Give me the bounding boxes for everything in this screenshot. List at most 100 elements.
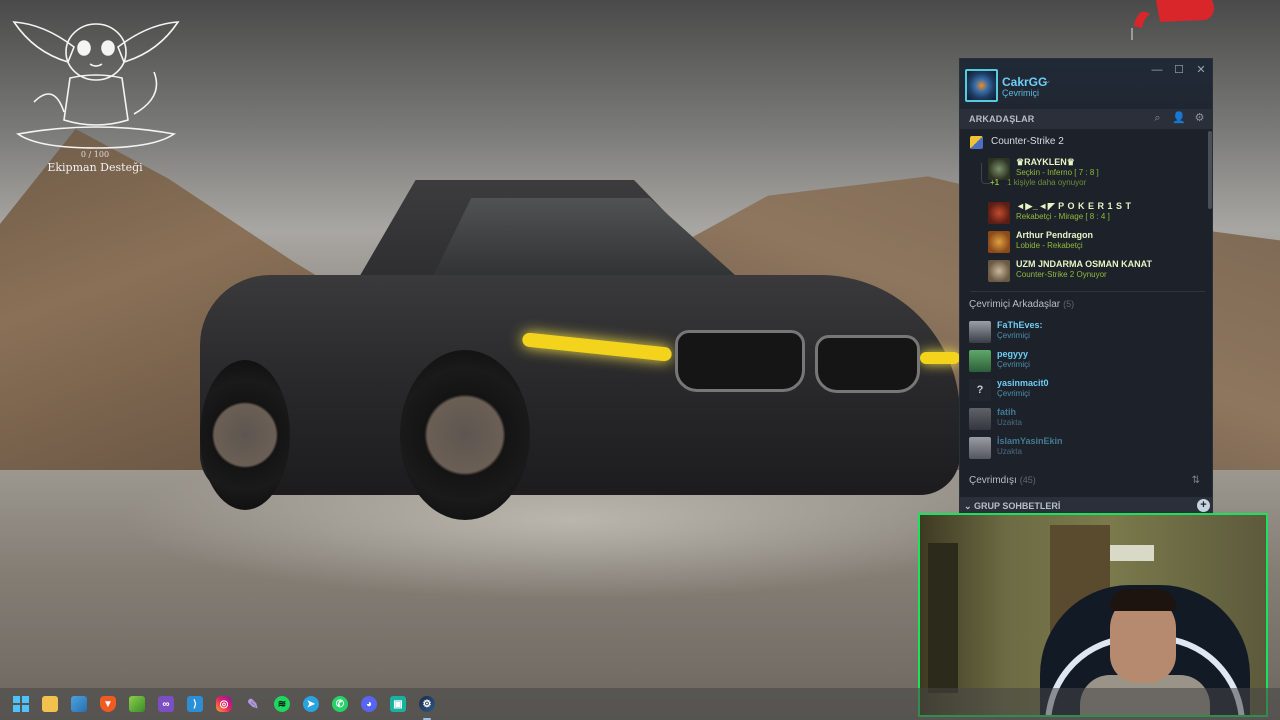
more-players-row[interactable]: +1 1 kişiyle daha oynuyor <box>990 178 1086 187</box>
friend-avatar <box>969 350 991 372</box>
user-status: Çevrimiçi <box>1002 88 1039 98</box>
online-friends-category[interactable]: Çevrimiçi Arkadaşlar (5) <box>969 299 1074 310</box>
friend-row[interactable]: pegyyy Çevrimiçi <box>969 348 1199 374</box>
steam-friends-window[interactable]: CakrGG ⌄ Çevrimiçi — ☐ ✕ ARKADAŞLAR ⌕ 👤 … <box>959 58 1213 514</box>
group-chats-bar[interactable]: ⌄ GRUP SOHBETLERİ + <box>960 497 1212 513</box>
add-friend-icon[interactable]: 👤 <box>1172 112 1186 125</box>
group-chats-title: ⌄ GRUP SOHBETLERİ <box>964 501 1061 511</box>
friend-status: Rekabetçi - Mirage [ 8 : 4 ] <box>1016 212 1110 221</box>
visual-studio-icon[interactable]: ∞ <box>155 693 177 715</box>
offline-category-title: Çevrimdışı <box>969 475 1017 486</box>
friend-status: Çevrimiçi <box>997 389 1030 398</box>
whatsapp-icon[interactable]: ✆ <box>329 693 351 715</box>
car-grille-right <box>815 335 920 393</box>
car-headlight-right <box>920 352 960 364</box>
maximize-icon[interactable]: ☐ <box>1172 63 1186 77</box>
taskbar: ▼ ∞ ⟩ ◎ ✎ ≋ ➤ ✆ ◕ ▣ ⚙ <box>0 688 1280 720</box>
car-wheel-rear <box>200 360 290 510</box>
telegram-icon[interactable]: ➤ <box>300 693 322 715</box>
notepad-icon[interactable] <box>126 693 148 715</box>
friend-avatar <box>969 437 991 459</box>
default-avatar-icon: ? <box>969 379 991 401</box>
in-game-group: Counter-Strike 2 <box>960 134 1208 150</box>
support-title: Ekipman Desteği <box>47 161 143 174</box>
android-app-icon[interactable]: ▣ <box>387 693 409 715</box>
friend-status: Çevrimiçi <box>997 331 1030 340</box>
friend-status: Counter-Strike 2 Oynuyor <box>1016 270 1107 279</box>
webcam-shelf <box>1110 545 1154 561</box>
friend-name: FaThEves: <box>997 320 1043 330</box>
more-count: +1 <box>990 178 1000 187</box>
more-text: 1 kişiyle daha oynuyor <box>1007 178 1087 187</box>
webcam-person-hair <box>1110 589 1176 611</box>
section-divider <box>970 291 1205 292</box>
online-category-title: Çevrimiçi Arkadaşlar <box>969 299 1061 310</box>
sort-icon[interactable]: ⇅ <box>1192 475 1200 486</box>
search-icon[interactable]: ⌕ <box>1151 112 1164 125</box>
friend-name: pegyyy <box>997 349 1029 359</box>
instagram-icon[interactable]: ◎ <box>213 693 235 715</box>
game-group-name: Counter-Strike 2 <box>991 136 1064 147</box>
file-explorer-icon[interactable] <box>39 693 61 715</box>
friends-list[interactable]: Counter-Strike 2 ♛RAYKLEN♛ Seçkin - Infe… <box>960 129 1212 497</box>
friend-name: ◄▶_◄◤ P O K E R 1 S T <box>1016 201 1132 211</box>
friend-name: yasinmacit0 <box>997 378 1049 388</box>
friend-name: Arthur Pendragon <box>1016 230 1094 240</box>
discord-icon[interactable]: ◕ <box>358 693 380 715</box>
friend-row[interactable]: Arthur Pendragon Lobide - Rekabetçi <box>988 229 1212 255</box>
pen-app-icon[interactable]: ✎ <box>242 693 264 715</box>
friend-avatar <box>988 158 1010 180</box>
group-chats-label: GRUP SOHBETLERİ <box>974 501 1061 511</box>
car-wheel-front <box>400 350 530 520</box>
car-grille-left <box>675 330 805 392</box>
user-name[interactable]: CakrGG <box>1002 75 1047 89</box>
party-connector <box>981 163 990 184</box>
equipment-support-widget: 0 / 100 Ekipman Desteği <box>40 150 150 174</box>
friends-section-title: ARKADAŞLAR <box>969 114 1035 124</box>
friend-row[interactable]: ◄▶_◄◤ P O K E R 1 S T Rekabetçi - Mirage… <box>988 200 1212 226</box>
friend-status: Uzakta <box>997 447 1022 456</box>
friend-status: Lobide - Rekabetçi <box>1016 241 1083 250</box>
spotify-icon[interactable]: ≋ <box>271 693 293 715</box>
friends-section-bar: ARKADAŞLAR ⌕ 👤 ⚙ <box>960 109 1212 129</box>
steam-profile-header: CakrGG ⌄ Çevrimiçi — ☐ ✕ <box>960 59 1212 109</box>
friends-toolbar: ⌕ 👤 ⚙ <box>1151 112 1206 125</box>
friend-name: UZM JNDARMA OSMAN KANAT <box>1016 259 1152 269</box>
webcam-door <box>928 543 958 693</box>
add-group-chat-icon[interactable]: + <box>1197 499 1210 512</box>
friend-row[interactable]: ? yasinmacit0 Çevrimiçi <box>969 377 1199 403</box>
window-controls: — ☐ ✕ <box>1150 63 1208 77</box>
minimize-icon[interactable]: — <box>1150 63 1164 77</box>
friend-status: Seçkin - Inferno [ 7 : 8 ] <box>1016 168 1099 177</box>
friend-row[interactable]: fatih Uzakta <box>969 406 1199 432</box>
friend-status: Çevrimiçi <box>997 360 1030 369</box>
friend-avatar <box>988 260 1010 282</box>
friend-avatar <box>969 321 991 343</box>
friend-status: Uzakta <box>997 418 1022 427</box>
friend-name: ♛RAYKLEN♛ <box>1016 157 1075 167</box>
friend-row[interactable]: FaThEves: Çevrimiçi <box>969 319 1199 345</box>
friend-avatar <box>969 408 991 430</box>
game-group-header[interactable]: Counter-Strike 2 <box>960 134 1208 150</box>
wallpaper-car <box>200 180 960 540</box>
webcam-overlay <box>918 513 1268 717</box>
overlay-logo-icon <box>1131 0 1214 40</box>
brave-browser-icon[interactable]: ▼ <box>97 693 119 715</box>
chevron-down-icon[interactable]: ⌄ <box>1044 75 1052 86</box>
friend-settings-icon[interactable]: ⚙ <box>1193 112 1206 125</box>
vscode-icon[interactable]: ⟩ <box>184 693 206 715</box>
user-avatar[interactable] <box>965 69 998 102</box>
steam-icon[interactable]: ⚙ <box>416 693 438 720</box>
friend-row[interactable]: İslamYasinEkin Uzakta <box>969 435 1199 461</box>
friend-name: fatih <box>997 407 1016 417</box>
photos-icon[interactable] <box>68 693 90 715</box>
online-category-count: (5) <box>1063 299 1075 309</box>
offline-category-count: (45) <box>1019 475 1036 485</box>
counter-strike-icon <box>970 136 983 149</box>
friend-avatar <box>988 231 1010 253</box>
start-icon[interactable] <box>10 693 32 715</box>
friend-row[interactable]: UZM JNDARMA OSMAN KANAT Counter-Strike 2… <box>988 258 1212 284</box>
offline-friends-category[interactable]: Çevrimdışı (45) <box>969 475 1036 486</box>
close-icon[interactable]: ✕ <box>1194 63 1208 77</box>
friend-name: İslamYasinEkin <box>997 436 1063 446</box>
